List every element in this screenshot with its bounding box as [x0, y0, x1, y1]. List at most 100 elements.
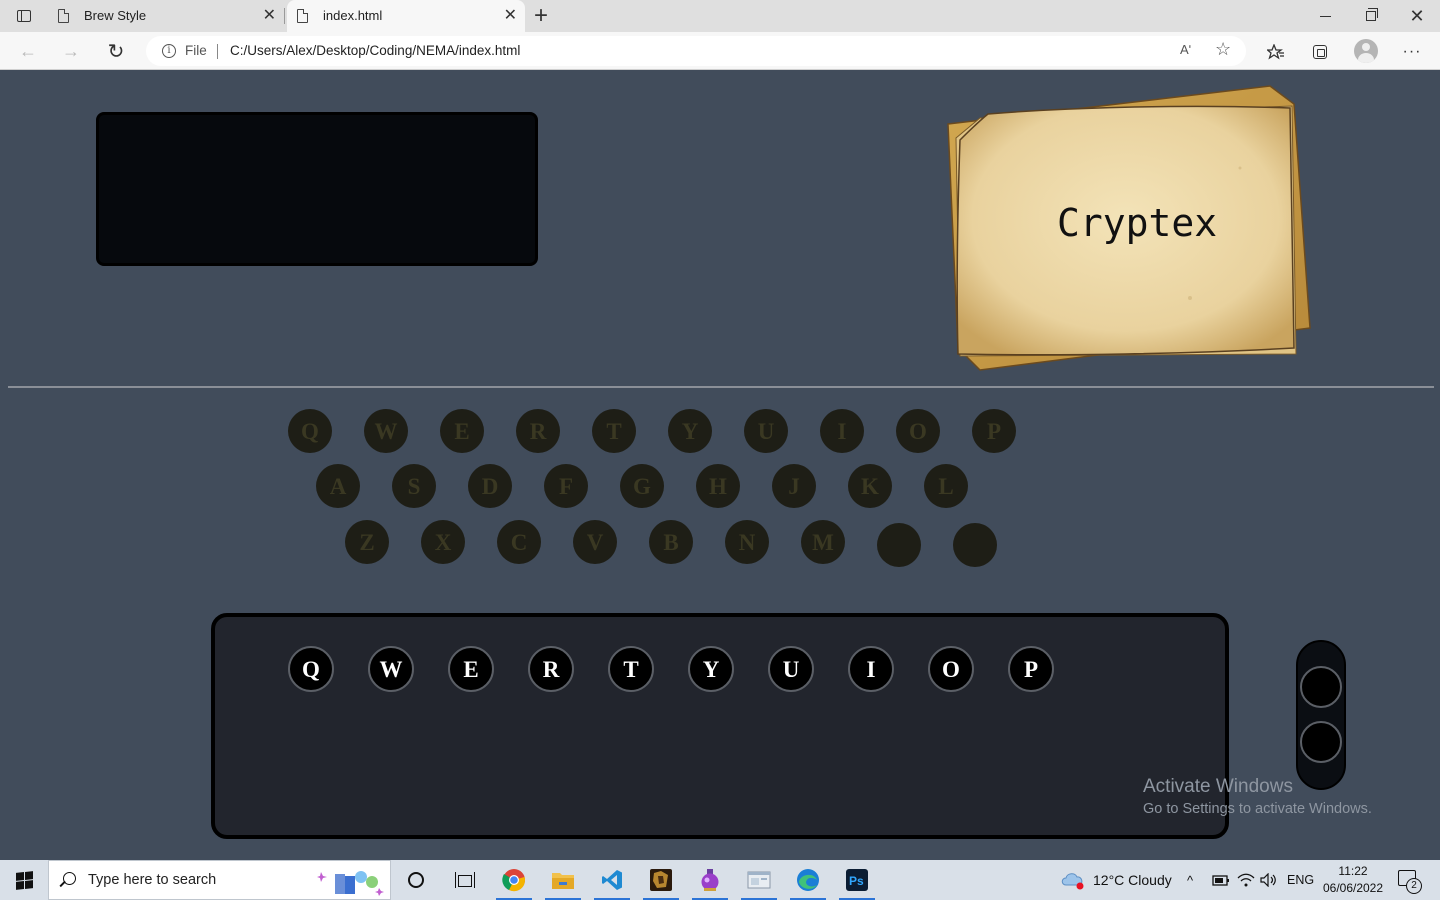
language-indicator[interactable]: ENG: [1287, 860, 1314, 900]
window-app[interactable]: [736, 860, 782, 900]
lamp-letter: Y: [681, 418, 699, 444]
windows-taskbar: Type here to search Ps 12°C Cloudy ^ ENG…: [0, 860, 1440, 900]
add-favorite-icon[interactable]: ☆: [1215, 39, 1231, 60]
windows-logo-icon: [15, 870, 33, 890]
lamp-letter: G: [633, 473, 651, 499]
tab-title: index.html: [323, 8, 383, 23]
lamp-letter: D: [481, 473, 499, 499]
show-hidden-icons-chevron[interactable]: ^: [1187, 860, 1193, 900]
lamp-letter: J: [788, 473, 800, 499]
lamp-letter: S: [407, 473, 421, 499]
lamp-letter: H: [709, 473, 727, 499]
watermark-subtitle: Go to Settings to activate Windows.: [1143, 801, 1372, 817]
volume-icon[interactable]: [1260, 860, 1278, 900]
key-i[interactable]: I: [848, 646, 894, 692]
lamp-letter: Z: [359, 529, 375, 555]
search-icon: [63, 872, 76, 885]
tab-brew-style[interactable]: Brew Style ✕: [48, 0, 285, 32]
minimize-icon: [1319, 15, 1331, 17]
task-view-button[interactable]: [441, 860, 487, 900]
tab-actions-button[interactable]: [10, 6, 38, 26]
tab-close-button[interactable]: ✕: [263, 6, 276, 26]
key-u[interactable]: U: [768, 646, 814, 692]
window-close-button[interactable]: ✕: [1394, 0, 1440, 32]
key-label: W: [379, 656, 403, 682]
lamp-letter: F: [558, 473, 574, 499]
taskbar-search-box[interactable]: Type here to search: [48, 860, 391, 900]
lamp-letter: M: [812, 529, 834, 555]
output-display: [96, 112, 538, 266]
lamp-letter: V: [586, 529, 604, 555]
key-w[interactable]: W: [368, 646, 414, 692]
profile-avatar[interactable]: [1354, 39, 1378, 63]
potion-app[interactable]: [687, 860, 733, 900]
cloud-icon: [1061, 873, 1084, 890]
more-menu-button[interactable]: ···: [1401, 41, 1423, 63]
lamp-d: D: [468, 464, 512, 508]
lamp-v: V: [573, 520, 617, 564]
clock-time: 11:22: [1338, 864, 1368, 878]
file-explorer-app[interactable]: [540, 860, 586, 900]
weather-widget[interactable]: [1060, 860, 1086, 900]
dragon-game-app[interactable]: [638, 860, 684, 900]
minimize-button[interactable]: [1302, 0, 1348, 32]
vscode-app[interactable]: [589, 860, 635, 900]
back-button[interactable]: ←: [14, 38, 42, 64]
photoshop-app[interactable]: Ps: [834, 860, 880, 900]
info-icon[interactable]: i: [162, 44, 176, 58]
lamp-letter: I: [837, 418, 847, 444]
chrome-app[interactable]: [491, 860, 537, 900]
cortana-button[interactable]: [393, 860, 439, 900]
search-highlight-icon: [317, 871, 384, 896]
key-t[interactable]: T: [608, 646, 654, 692]
lamp-b: B: [649, 520, 693, 564]
key-q[interactable]: Q: [288, 646, 334, 692]
tab-close-button[interactable]: ✕: [504, 6, 517, 26]
lamp-letter: N: [738, 529, 756, 555]
clock[interactable]: 11:22 06/06/2022: [1320, 863, 1386, 897]
lamp-t: T: [592, 409, 636, 453]
wifi-icon[interactable]: [1237, 860, 1255, 900]
security-label: File: [185, 43, 207, 58]
key-y[interactable]: Y: [688, 646, 734, 692]
lamp-letter: O: [909, 418, 927, 444]
weather-text[interactable]: 12°C Cloudy: [1093, 860, 1172, 900]
lamp-a: A: [316, 464, 360, 508]
key-label: O: [942, 656, 960, 682]
lamp-x: X: [421, 520, 465, 564]
tab-title: Brew Style: [84, 8, 147, 23]
key-o[interactable]: O: [928, 646, 974, 692]
edge-app[interactable]: [785, 860, 831, 900]
lamp-j: J: [772, 464, 816, 508]
rotor-button-bottom[interactable]: [1300, 721, 1342, 763]
key-p[interactable]: P: [1008, 646, 1054, 692]
reload-button[interactable]: ↻: [102, 38, 130, 64]
browser-tab-bar: Brew Style ✕ index.html ✕ + ✕: [0, 0, 1440, 32]
new-tab-button[interactable]: +: [534, 3, 548, 29]
rotor-button-top[interactable]: [1300, 666, 1342, 708]
key-label: T: [623, 656, 639, 682]
lamp-letter: L: [938, 473, 954, 499]
battery-icon[interactable]: [1212, 860, 1230, 900]
forward-button[interactable]: →: [57, 38, 85, 64]
url-text[interactable]: C:/Users/Alex/Desktop/Coding/NEMA/index.…: [230, 43, 520, 58]
start-button[interactable]: [0, 860, 48, 900]
tab-actions-icon: [17, 10, 31, 22]
lamp-letter: W: [374, 418, 398, 444]
collections-icon[interactable]: [1309, 41, 1331, 63]
key-e[interactable]: E: [448, 646, 494, 692]
favorites-list-icon[interactable]: [1265, 41, 1287, 63]
watermark-title: Activate Windows: [1143, 776, 1293, 797]
tab-index-html[interactable]: index.html ✕: [287, 0, 525, 32]
lamp-o: O: [896, 409, 940, 453]
lamp-g: G: [620, 464, 664, 508]
key-r[interactable]: R: [528, 646, 574, 692]
lamp-letter: B: [663, 529, 679, 555]
address-bar[interactable]: i File C:/Users/Alex/Desktop/Coding/NEMA…: [146, 36, 1246, 66]
lamp-m: M: [801, 520, 845, 564]
lamp-letter: R: [529, 418, 547, 444]
lamp-c: C: [497, 520, 541, 564]
restore-button[interactable]: [1348, 0, 1394, 32]
read-aloud-icon[interactable]: Aʹ: [1180, 42, 1191, 57]
lamp-letter: A: [329, 473, 347, 499]
